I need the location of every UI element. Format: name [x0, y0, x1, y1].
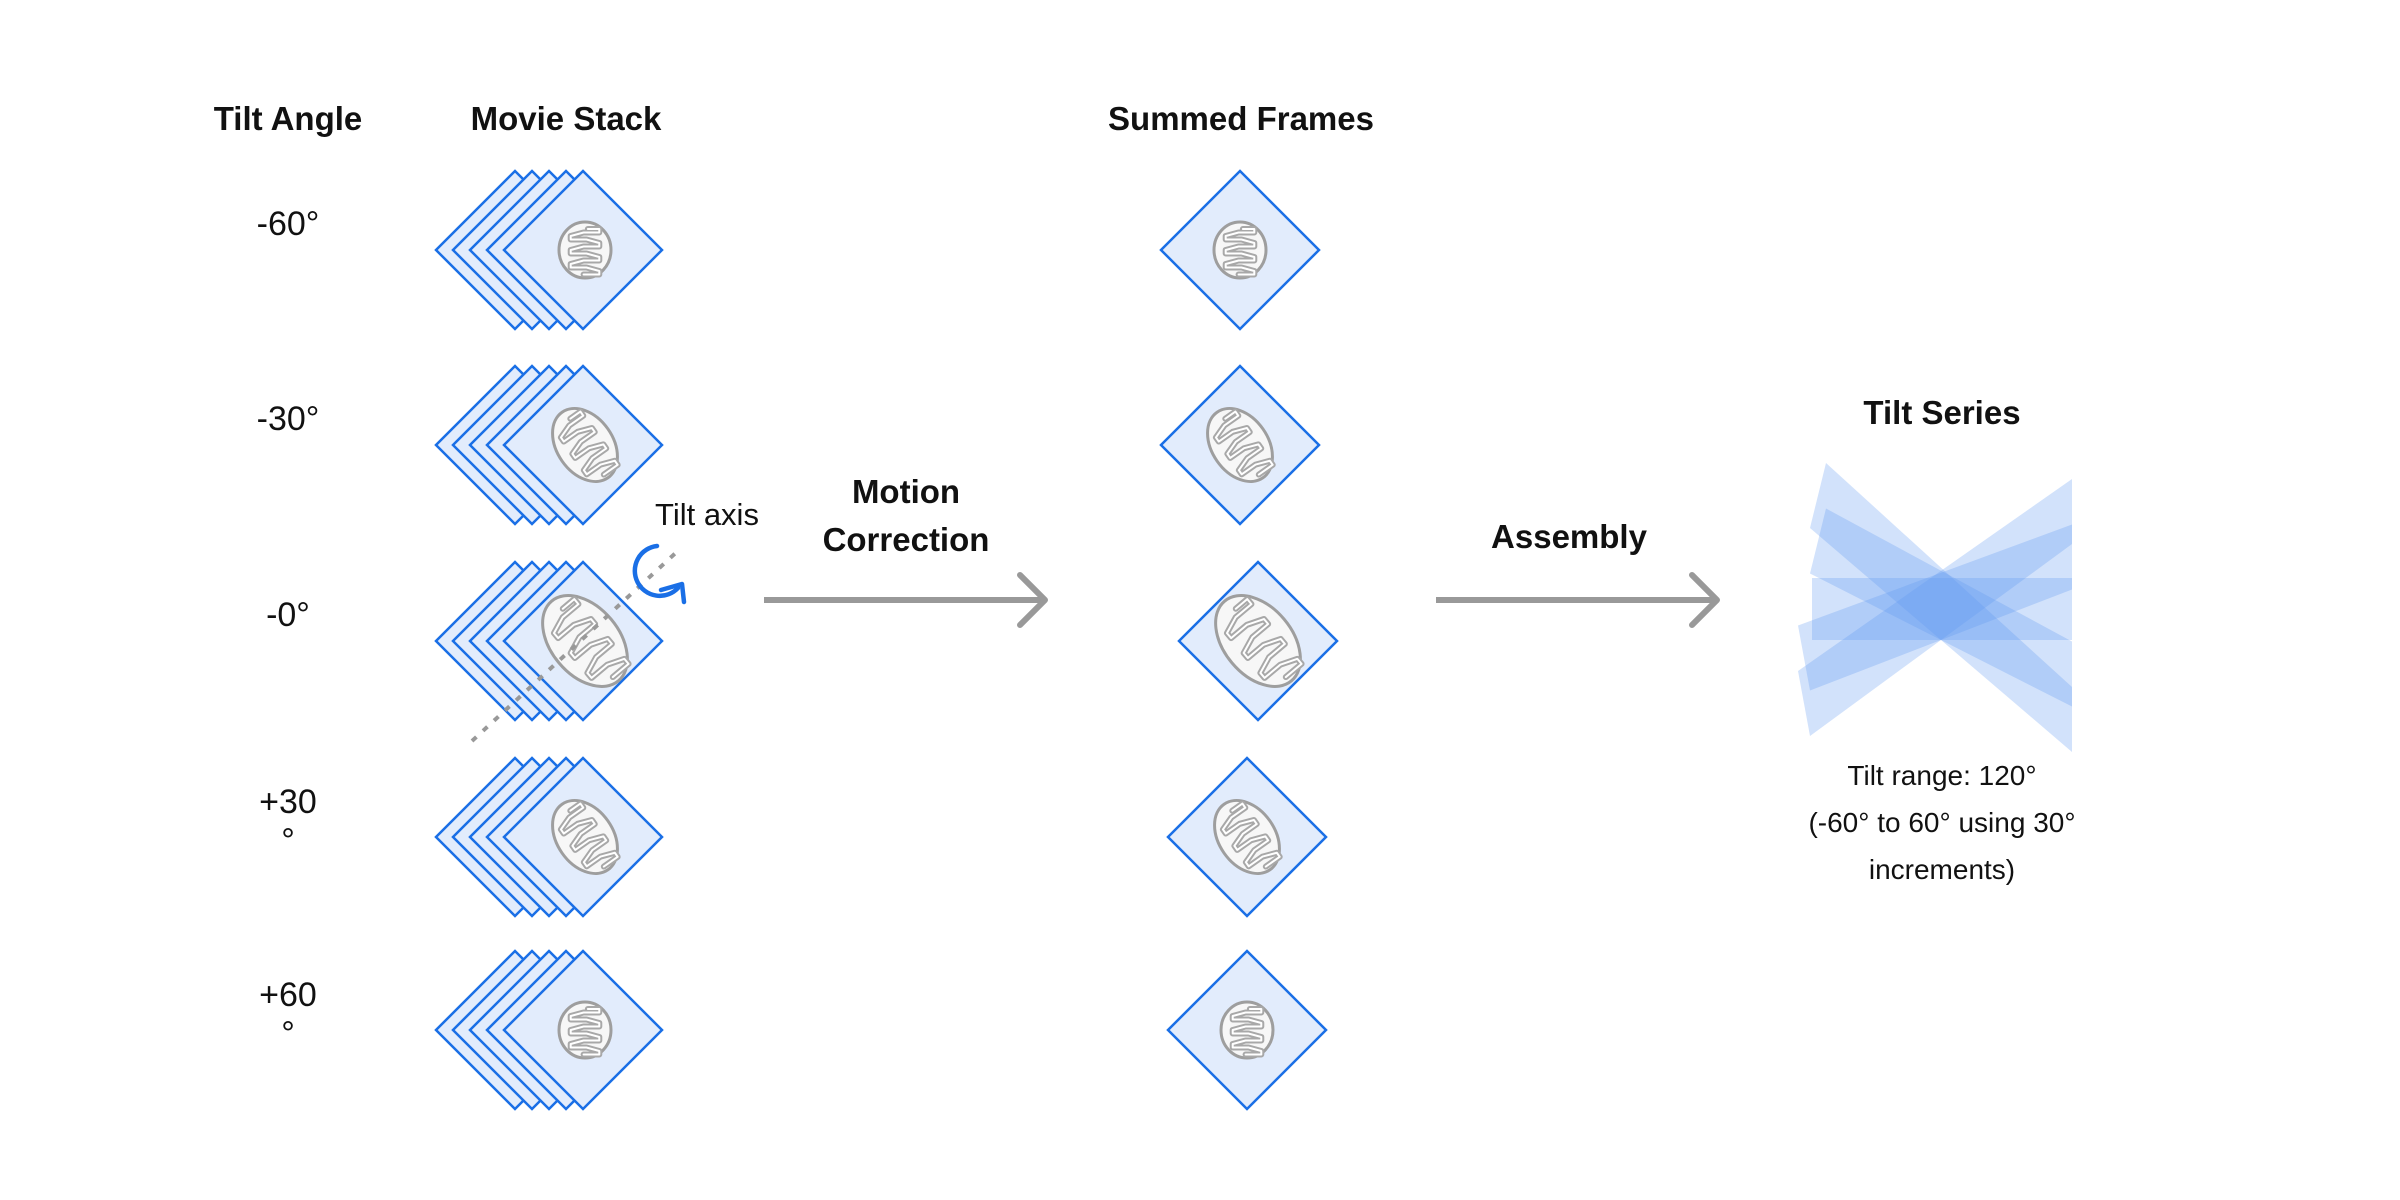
tilt-angle-label: +60: [259, 976, 317, 1014]
assembly-label: Assembly: [1491, 518, 1648, 555]
header-tilt-angle: Tilt Angle: [214, 100, 363, 137]
movie-stack: [434, 560, 664, 722]
mitochondrion-icon: [1212, 220, 1268, 280]
movie-stack: [434, 756, 664, 918]
tilt-row: +60°: [259, 949, 664, 1111]
header-tilt-series: Tilt Series: [1863, 394, 2020, 431]
header-summed-frames: Summed Frames: [1108, 100, 1374, 137]
tilt-angle-label: -30°: [257, 400, 320, 438]
rotate-arrow-icon: [632, 543, 687, 605]
tilt-series-reconstruction: [1798, 463, 2072, 752]
tilt-row: -30°: [257, 364, 664, 526]
tilt-angle-label: °: [281, 822, 295, 860]
movie-stack: [434, 949, 664, 1111]
tilt-range-line2: (-60° to 60° using 30°: [1808, 807, 2075, 838]
mitochondrion-icon: [557, 220, 613, 280]
header-movie-stack: Movie Stack: [471, 100, 662, 137]
right-arrow-icon: [1436, 572, 1720, 628]
summed-frame: [1177, 560, 1339, 722]
tilt-row: -0°: [266, 560, 664, 722]
tilt-axis-label: Tilt axis: [655, 497, 759, 532]
mitochondrion-icon: [557, 1000, 613, 1060]
movie-stack: [434, 364, 664, 526]
summed-frame: [1159, 364, 1321, 526]
summed-frame: [1166, 949, 1328, 1111]
summed-frames-column: [1159, 169, 1339, 1111]
right-arrow-icon: [764, 572, 1048, 628]
tilt-range-line1: Tilt range: 120°: [1847, 760, 2036, 791]
movie-stack: [434, 169, 664, 331]
summed-frame: [1166, 756, 1328, 918]
tilt-angle-label: +30: [259, 783, 317, 821]
tilt-row: -60°: [257, 169, 664, 331]
motion-correction-label-line1: Motion: [852, 473, 960, 510]
tilt-range-line3: increments): [1869, 854, 2015, 885]
mitochondrion-icon: [1219, 1000, 1275, 1060]
tomography-workflow-diagram: Tilt Angle Movie Stack Summed Frames Til…: [214, 100, 2076, 1111]
tilt-rows: -60°-30°-0°+30°+60°: [257, 169, 664, 1111]
tilt-angle-label: -0°: [266, 596, 310, 634]
motion-correction-label-line2: Correction: [823, 521, 990, 558]
tilt-angle-label: -60°: [257, 205, 320, 243]
tilt-angle-label: °: [281, 1015, 295, 1053]
tilt-row: +30°: [259, 756, 664, 918]
summed-frame: [1159, 169, 1321, 331]
